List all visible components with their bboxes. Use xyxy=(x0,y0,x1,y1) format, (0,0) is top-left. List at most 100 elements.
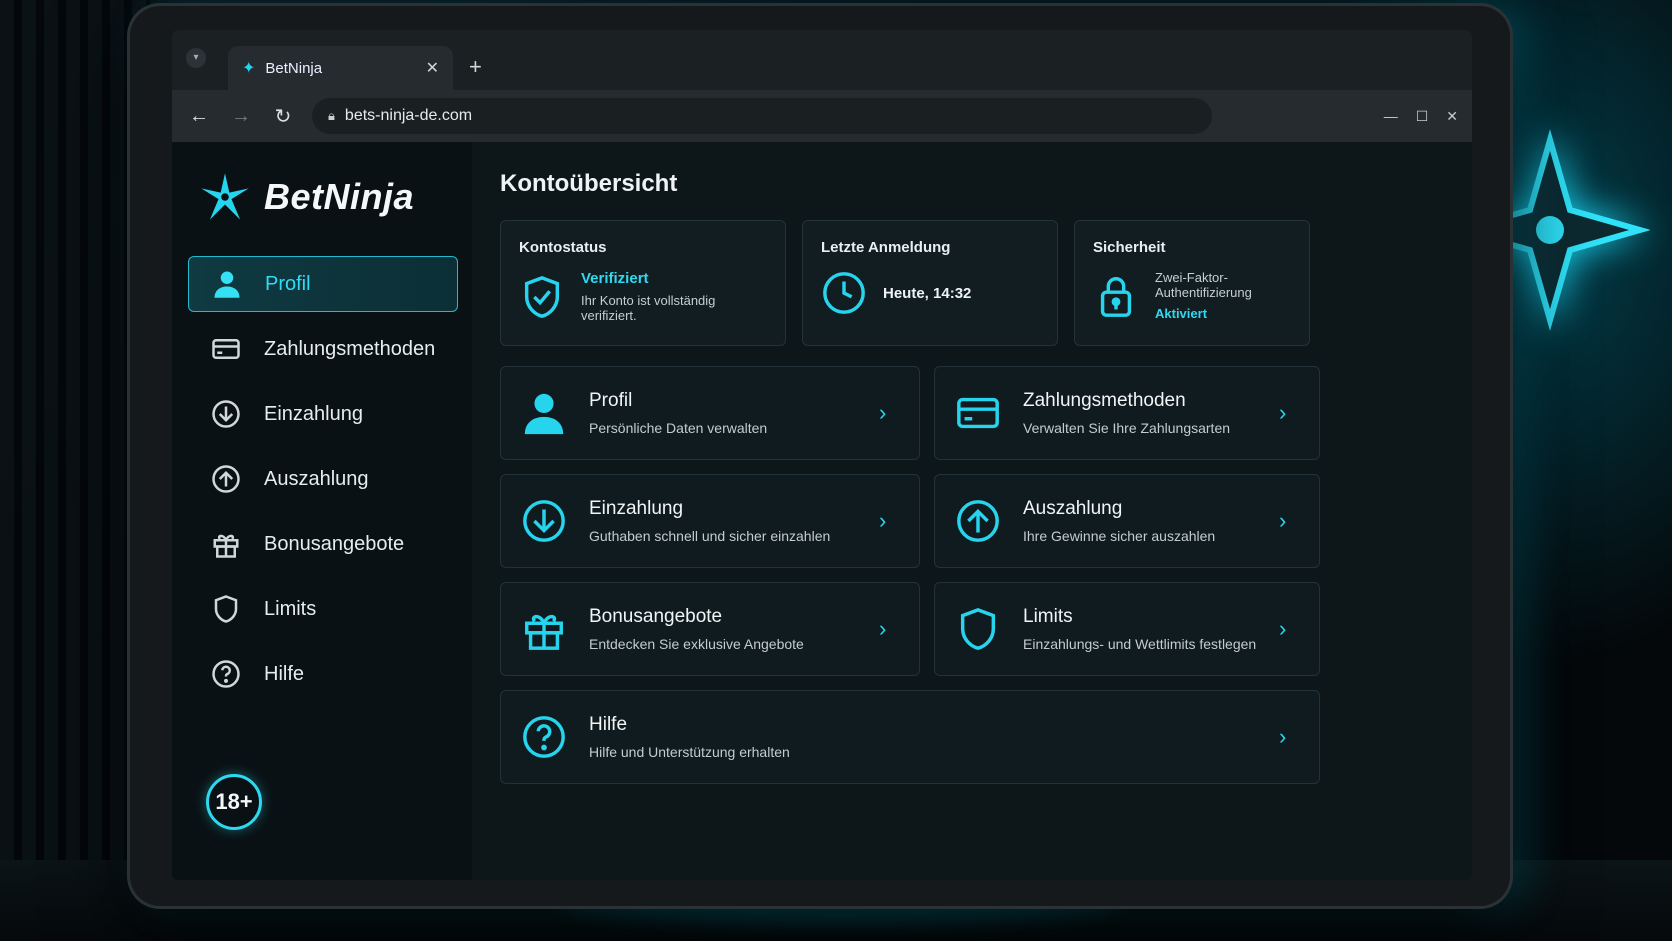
shield-check-icon xyxy=(519,274,565,320)
action-tiles: Profil Persönliche Daten verwalten › Zah… xyxy=(500,366,1446,784)
tile-auszahlung[interactable]: Auszahlung Ihre Gewinne sicher auszahlen… xyxy=(934,474,1320,568)
user-icon xyxy=(211,268,243,300)
status-card-title: Sicherheit xyxy=(1093,239,1166,256)
sidebar-item-profil[interactable]: Profil xyxy=(188,256,458,312)
address-bar: ← → ↻ 🔒︎ bets-ninja-de.com — ☐ ✕ xyxy=(172,90,1472,142)
browser-tab[interactable]: ✦ BetNinja ✕ xyxy=(228,46,453,90)
tile-title: Zahlungsmethoden xyxy=(1023,390,1186,411)
age-restriction-badge: 18+ xyxy=(206,774,262,830)
chevron-right-icon: › xyxy=(1279,508,1287,533)
tile-title: Einzahlung xyxy=(589,498,684,519)
tile-subtitle: Guthaben schnell und sicher einzahlen xyxy=(589,528,831,544)
chevron-right-icon: › xyxy=(1279,724,1287,749)
sidebar-item-label: Bonusangebote xyxy=(264,532,405,555)
user-icon xyxy=(521,390,567,436)
tile-subtitle: Persönliche Daten verwalten xyxy=(589,420,768,436)
question-circle-icon xyxy=(210,658,242,690)
tile-subtitle: Verwalten Sie Ihre Zahlungsarten xyxy=(1023,420,1231,436)
last-login-time: Heute, 14:32 xyxy=(883,284,972,302)
sidebar-item-einzahlung[interactable]: Einzahlung xyxy=(188,386,458,442)
status-card-title: Kontostatus xyxy=(519,239,607,256)
question-circle-icon xyxy=(521,714,567,760)
ninja-star-logo-icon xyxy=(201,173,249,220)
arrow-up-circle-icon xyxy=(955,498,1001,544)
tile-hilfe[interactable]: Hilfe Hilfe und Unterstützung erhalten › xyxy=(500,690,1320,784)
shield-icon xyxy=(955,606,1001,652)
brand-name: BetNinja xyxy=(264,176,415,217)
lock-icon: 🔒︎ xyxy=(328,108,335,123)
sidebar-item-label: Auszahlung xyxy=(264,467,369,490)
sidebar-item-auszahlung[interactable]: Auszahlung xyxy=(188,451,458,507)
forward-button[interactable]: → xyxy=(228,105,254,128)
main-content: Kontoübersicht Kontostatus Verifiziert I… xyxy=(472,142,1472,880)
url-text: bets-ninja-de.com xyxy=(344,107,473,124)
tab-search-icon[interactable]: ▾ xyxy=(186,48,206,68)
padlock-icon xyxy=(1093,273,1139,319)
sidebar-item-label: Profil xyxy=(265,272,311,295)
status-row: Kontostatus Verifiziert Ihr Konto ist vo… xyxy=(500,220,1446,346)
tile-zahlungsmethoden[interactable]: Zahlungsmethoden Verwalten Sie Ihre Zahl… xyxy=(934,366,1320,460)
monitor: ▾ ✦ BetNinja ✕ + ← → ↻ 🔒︎ bets-ninja-de.… xyxy=(130,6,1510,906)
sidebar-item-bonusangebote[interactable]: Bonusangebote xyxy=(188,516,458,572)
tile-subtitle: Ihre Gewinne sicher auszahlen xyxy=(1023,528,1216,544)
tile-title: Bonusangebote xyxy=(589,606,723,627)
account-status-card: Kontostatus Verifiziert Ihr Konto ist vo… xyxy=(500,220,786,346)
minimize-button[interactable]: — xyxy=(1384,108,1398,125)
sidebar-item-label: Einzahlung xyxy=(264,402,363,425)
tab-bar: ▾ ✦ BetNinja ✕ + xyxy=(172,30,1472,90)
sidebar-item-limits[interactable]: Limits xyxy=(188,581,458,637)
tile-profil[interactable]: Profil Persönliche Daten verwalten › xyxy=(500,366,920,460)
credit-card-icon xyxy=(210,333,242,365)
chevron-right-icon: › xyxy=(879,616,887,641)
favicon-icon: ✦ xyxy=(242,60,256,77)
sidebar-item-label: Limits xyxy=(264,597,317,620)
clock-icon xyxy=(821,270,867,316)
tile-subtitle: Hilfe und Unterstützung erhalten xyxy=(589,744,790,760)
back-button[interactable]: ← xyxy=(186,105,212,128)
browser-window: ▾ ✦ BetNinja ✕ + ← → ↻ 🔒︎ bets-ninja-de.… xyxy=(172,30,1472,880)
tab-title: BetNinja xyxy=(265,59,323,77)
sidebar-nav: Profil Zahlungsmethoden Einzahlung Ausza… xyxy=(172,256,472,702)
credit-card-icon xyxy=(955,390,1001,436)
sidebar-item-label: Hilfe xyxy=(264,662,305,685)
page-title: Kontoübersicht xyxy=(500,170,678,197)
tile-title: Profil xyxy=(589,390,633,411)
arrow-up-circle-icon xyxy=(210,463,242,495)
tile-title: Limits xyxy=(1023,606,1073,627)
scene: ▾ ✦ BetNinja ✕ + ← → ↻ 🔒︎ bets-ninja-de.… xyxy=(0,0,1672,941)
tile-limits[interactable]: Limits Einzahlungs- und Wettlimits festl… xyxy=(934,582,1320,676)
reload-button[interactable]: ↻ xyxy=(270,104,296,129)
tile-title: Hilfe xyxy=(589,714,628,735)
sidebar-item-zahlungsmethoden[interactable]: Zahlungsmethoden xyxy=(188,321,458,377)
sidebar-item-hilfe[interactable]: Hilfe xyxy=(188,646,458,702)
shield-icon xyxy=(210,593,242,625)
gift-icon xyxy=(521,606,567,652)
sidebar-item-label: Zahlungsmethoden xyxy=(264,337,436,360)
gift-icon xyxy=(210,528,242,560)
chevron-right-icon: › xyxy=(879,400,887,425)
status-card-title: Letzte Anmeldung xyxy=(821,239,951,256)
sidebar: BetNinja Profil Zahlungsmethoden Einzahl… xyxy=(172,142,472,880)
tile-einzahlung[interactable]: Einzahlung Guthaben schnell und sicher e… xyxy=(500,474,920,568)
arrow-down-circle-icon xyxy=(210,398,242,430)
tile-subtitle: Einzahlungs- und Wettlimits festlegen xyxy=(1023,636,1257,652)
tile-subtitle: Entdecken Sie exklusive Angebote xyxy=(589,636,804,652)
new-tab-button[interactable]: + xyxy=(453,54,482,90)
tile-title: Auszahlung xyxy=(1023,498,1123,519)
maximize-button[interactable]: ☐ xyxy=(1416,108,1429,125)
arrow-down-circle-icon xyxy=(521,498,567,544)
close-window-button[interactable]: ✕ xyxy=(1446,108,1458,125)
wall-background xyxy=(0,0,150,941)
chevron-right-icon: › xyxy=(879,508,887,533)
tile-bonusangebote[interactable]: Bonusangebote Entdecken Sie exklusive An… xyxy=(500,582,920,676)
two-factor-label: Zwei-Faktor-Authentifizierung xyxy=(1155,270,1252,300)
last-login-card: Letzte Anmeldung Heute, 14:32 xyxy=(802,220,1058,346)
two-factor-status: Aktiviert xyxy=(1155,306,1208,321)
url-field[interactable]: 🔒︎ bets-ninja-de.com xyxy=(312,98,1212,134)
verification-note: Ihr Konto ist vollständig verifiziert. xyxy=(581,293,716,323)
verification-status: Verifiziert xyxy=(581,270,649,287)
tab-close-icon[interactable]: ✕ xyxy=(426,58,439,78)
brand[interactable]: BetNinja xyxy=(172,162,472,232)
chevron-right-icon: › xyxy=(1279,400,1287,425)
security-card: Sicherheit Zwei-Faktor-Authentifizierung… xyxy=(1074,220,1310,346)
